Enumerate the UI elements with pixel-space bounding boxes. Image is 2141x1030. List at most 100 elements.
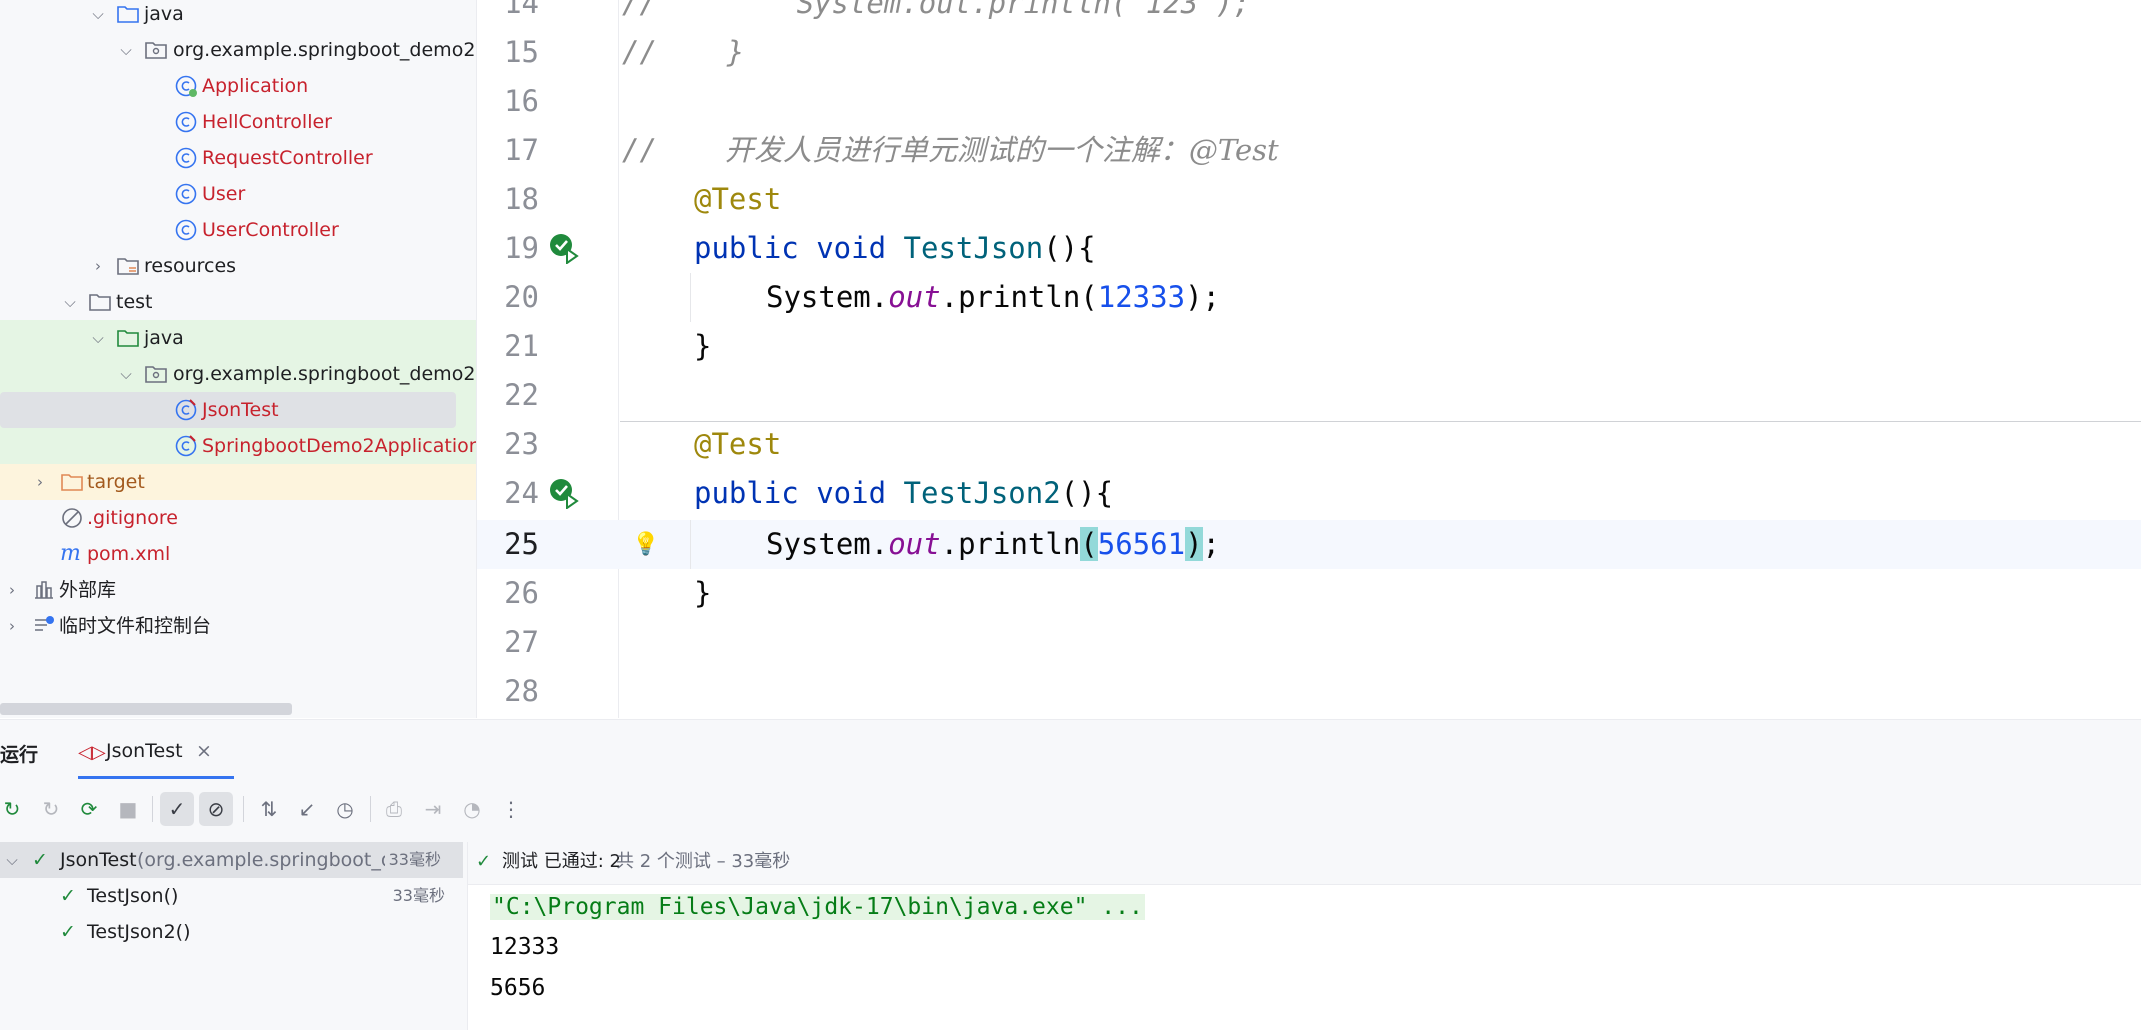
close-icon[interactable]: × (196, 740, 212, 762)
tree-item-requestcontroller[interactable]: RequestController (0, 140, 476, 176)
test-results-tree: ⌵ ✓ JsonTest (org.example.springboot_dem… (0, 842, 468, 1030)
line-number: 19 (504, 231, 539, 265)
horizontal-scrollbar[interactable] (0, 703, 292, 715)
tree-item-user[interactable]: User (0, 176, 476, 212)
code-line-18[interactable]: @Test (694, 175, 781, 224)
field-ref: out (888, 280, 941, 314)
toolbar-separator (152, 796, 153, 822)
lightbulb-icon[interactable]: 💡 (632, 532, 659, 557)
show-passed-icon[interactable]: ✓ (160, 792, 194, 826)
tree-item-label: org.example.springboot_demo2 (173, 363, 476, 385)
test-class-icon (175, 399, 197, 421)
test-suite-row[interactable]: ⌵ ✓ JsonTest (org.example.springboot_dem… (0, 842, 463, 878)
console-command: "C:\Program Files\Java\jdk-17\bin\java.e… (490, 894, 1145, 920)
code-line-21[interactable]: } (694, 322, 711, 371)
run-test-icon[interactable] (548, 232, 580, 264)
history-icon[interactable]: ◷ (328, 792, 362, 826)
class-icon (175, 183, 197, 205)
class-icon (175, 219, 197, 241)
code-line-14[interactable]: // System.out.println("123"); (622, 0, 1251, 28)
tree-item-test-package[interactable]: ⌵ org.example.springboot_demo2 (0, 356, 476, 392)
chevron-right-icon[interactable]: › (86, 248, 110, 284)
tree-item-test-java[interactable]: ⌵ java (0, 320, 476, 356)
chevron-down-icon[interactable]: ⌵ (114, 356, 138, 392)
line-number-current: 25 (504, 527, 539, 561)
class-ref: System. (766, 527, 889, 561)
tree-item-label: java (144, 327, 184, 349)
project-tree: ⌵ java ⌵ org.example.springboot_demo2 Ap… (0, 0, 477, 718)
comment-slash: // (622, 133, 657, 167)
console-output[interactable]: ✓ 测试 已通过: 2 共 2 个测试 – 33毫秒 "C:\Program F… (468, 842, 2141, 1030)
tree-item-label: UserController (202, 219, 339, 241)
test-folder-icon (117, 330, 139, 347)
test-suite-detail: (org.example.springboot_dem (137, 849, 424, 871)
tree-item-usercontroller[interactable]: UserController (0, 212, 476, 248)
line-number: 20 (504, 280, 539, 314)
tree-item-package[interactable]: ⌵ org.example.springboot_demo2 (0, 32, 476, 68)
collapse-all-icon[interactable]: ↙ (290, 792, 324, 826)
code-line-25[interactable]: System.out.println(56561); (766, 520, 1220, 569)
passed-icon: ✓ (60, 921, 76, 943)
indent-guide (690, 520, 691, 569)
rerun-failed-icon[interactable]: ↻ (34, 792, 68, 826)
chevron-down-icon[interactable]: ⌵ (58, 284, 82, 320)
code-line-15[interactable]: // } (622, 28, 744, 77)
test-case-row[interactable]: ✓ TestJson() 33毫秒 (0, 878, 467, 914)
tree-item-application[interactable]: Application (0, 68, 476, 104)
chevron-down-icon[interactable]: ⌵ (0, 842, 24, 878)
tree-item-test[interactable]: ⌵ test (0, 284, 476, 320)
chevron-right-icon[interactable]: › (0, 608, 24, 644)
stop-icon[interactable]: ■ (111, 792, 145, 826)
tree-item-springbootdemo2-test[interactable]: SpringbootDemo2ApplicationTe (0, 428, 476, 464)
test-duration: 33毫秒 (392, 886, 445, 905)
tree-item-jsontest[interactable]: JsonTest (0, 392, 456, 428)
tree-item-scratches[interactable]: › 临时文件和控制台 (0, 608, 476, 644)
code-line-20[interactable]: System.out.println(12333); (766, 273, 1220, 322)
run-panel: 运行 ◁▷ JsonTest × ↻ ↻ ⟳ ■ ✓ ⊘ ⇅ ↙ ◷ ⎙ ⇥ ◔… (0, 719, 2141, 1030)
code-line-24[interactable]: public void TestJson2(){ (694, 469, 1113, 518)
keyword: public void (694, 231, 887, 265)
tree-item-resources[interactable]: › resources (0, 248, 476, 284)
line-number: 21 (504, 329, 539, 363)
passed-icon: ✓ (476, 851, 492, 872)
tree-item-external-libraries[interactable]: › 外部库 (0, 572, 476, 608)
import-icon[interactable]: ⇥ (416, 792, 450, 826)
show-ignored-icon[interactable]: ⊘ (199, 792, 233, 826)
code-line-26[interactable]: } (694, 569, 711, 618)
line-number: 27 (504, 625, 539, 659)
sort-icon[interactable]: ⇅ (252, 792, 286, 826)
tree-item-target[interactable]: › target (0, 464, 476, 500)
tree-item-pom[interactable]: m pom.xml (0, 536, 476, 572)
method-call: .println( (940, 280, 1098, 314)
tree-item-label: Application (202, 75, 309, 97)
tree-item-gitignore[interactable]: .gitignore (0, 500, 476, 536)
chevron-down-icon[interactable]: ⌵ (86, 0, 110, 32)
run-tab-jsontest[interactable]: ◁▷ JsonTest × (78, 728, 234, 779)
tree-item-label: resources (144, 255, 237, 277)
rerun-icon[interactable]: ↻ (0, 792, 29, 826)
passed-icon: ✓ (32, 849, 48, 871)
code-line-19[interactable]: public void TestJson(){ (694, 224, 1096, 273)
chevron-right-icon[interactable]: › (0, 572, 24, 608)
test-case-row[interactable]: ✓ TestJson2() (0, 914, 467, 950)
run-tab-label: JsonTest (106, 740, 183, 762)
chevron-right-icon[interactable]: › (28, 464, 52, 500)
chevron-down-icon[interactable]: ⌵ (86, 320, 110, 356)
toggle-auto-test-icon[interactable]: ⟳ (72, 792, 106, 826)
coverage-icon[interactable]: ◔ (455, 792, 489, 826)
chevron-down-icon[interactable]: ⌵ (114, 32, 138, 68)
tree-item-hellcontroller[interactable]: HellController (0, 104, 476, 140)
code-line-23[interactable]: @Test (694, 420, 781, 469)
code-line-17[interactable]: // 开发人员进行单元测试的一个注解：@Test (622, 126, 1279, 175)
resources-folder-icon (117, 258, 139, 275)
camera-icon[interactable]: ⎙ (377, 792, 411, 826)
punct: (){ (1060, 476, 1114, 510)
tree-item-main-java[interactable]: ⌵ java (0, 0, 476, 32)
test-case-label: TestJson() (87, 885, 179, 907)
method-name: TestJson2 (903, 476, 1061, 510)
current-line-highlight (477, 520, 2141, 569)
line-number: 15 (504, 35, 539, 69)
more-options-icon[interactable]: ⋮ (494, 792, 528, 826)
class-icon (175, 111, 197, 133)
run-test-icon[interactable] (548, 477, 580, 509)
